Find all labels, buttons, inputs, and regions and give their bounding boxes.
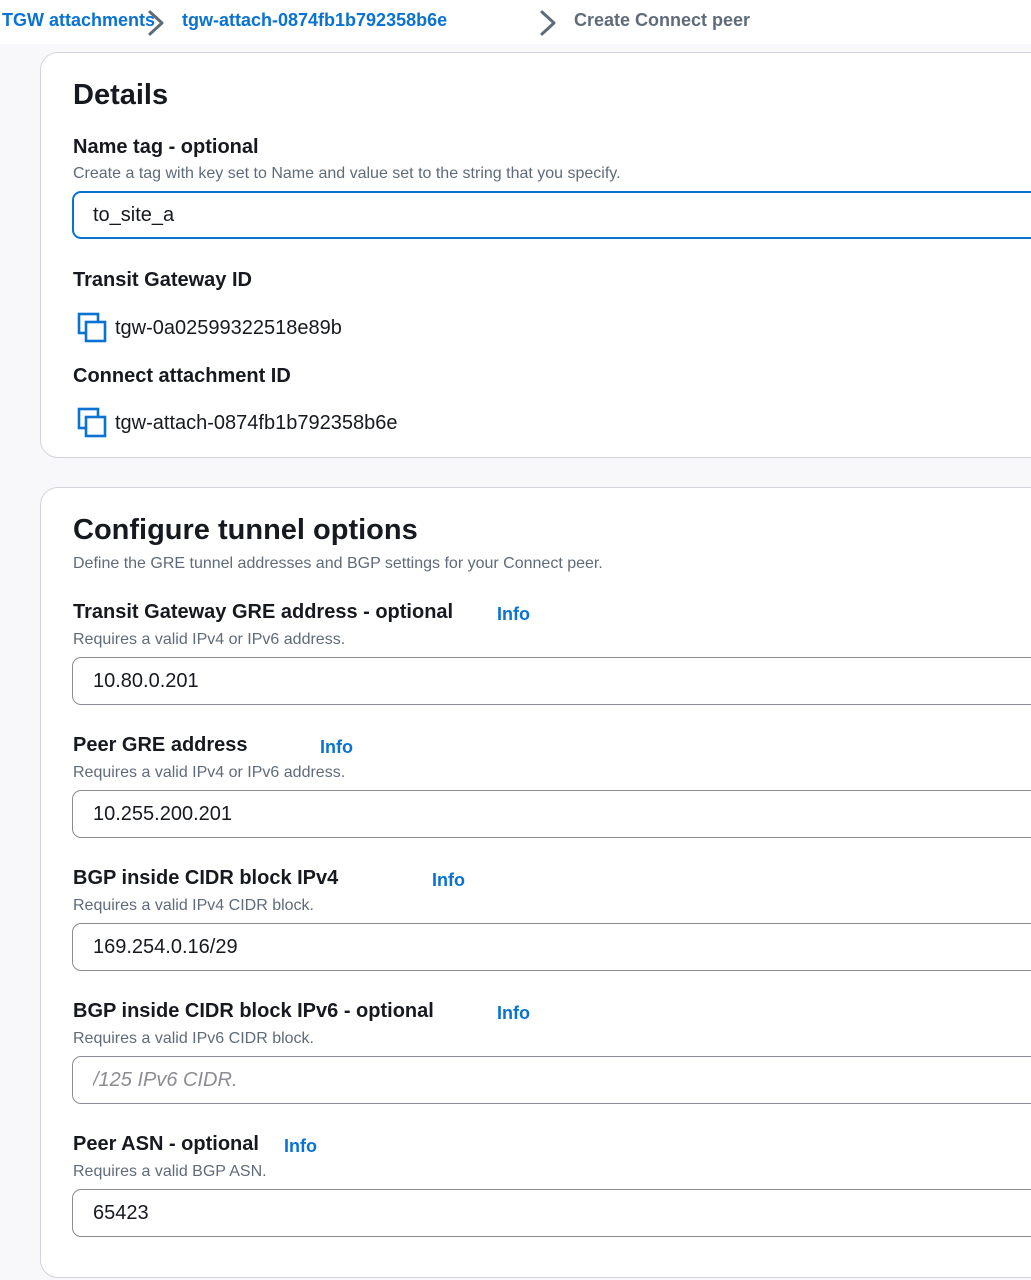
peer-asn-label: Peer ASN - optional	[73, 1133, 259, 1155]
copy-icon[interactable]	[77, 312, 107, 344]
bgp-cidr-ipv4-hint: Requires a valid IPv4 CIDR block.	[73, 897, 314, 914]
name-tag-input[interactable]	[72, 191, 1031, 239]
transit-gateway-id-row: tgw-0a02599322518e89b	[77, 311, 342, 345]
page-background	[0, 44, 40, 1280]
peer-asn-hint: Requires a valid BGP ASN.	[73, 1163, 267, 1180]
peer-gre-address-info-link[interactable]: Info	[320, 737, 353, 758]
tunnel-options-title: Configure tunnel options	[73, 514, 418, 546]
peer-gre-address-input[interactable]	[72, 790, 1031, 838]
chevron-right-icon	[538, 6, 560, 40]
copy-icon[interactable]	[77, 407, 107, 439]
breadcrumb: TGW attachments tgw-attach-0874fb1b79235…	[0, 0, 1031, 44]
name-tag-description: Create a tag with key set to Name and va…	[73, 165, 621, 182]
bgp-cidr-ipv4-info-link[interactable]: Info	[432, 870, 465, 891]
peer-gre-address-hint: Requires a valid IPv4 or IPv6 address.	[73, 764, 346, 781]
connect-attachment-id-label: Connect attachment ID	[73, 365, 291, 387]
breadcrumb-tgw-attachments[interactable]: TGW attachments	[2, 10, 155, 31]
bgp-cidr-ipv6-label: BGP inside CIDR block IPv6 - optional	[73, 1000, 434, 1022]
peer-asn-info-link[interactable]: Info	[284, 1136, 317, 1157]
details-title: Details	[73, 79, 169, 111]
bgp-cidr-ipv6-input[interactable]	[72, 1056, 1031, 1104]
tgw-gre-address-hint: Requires a valid IPv4 or IPv6 address.	[73, 631, 346, 648]
bgp-cidr-ipv4-input[interactable]	[72, 923, 1031, 971]
chevron-right-icon	[146, 6, 168, 40]
transit-gateway-id-value: tgw-0a02599322518e89b	[115, 316, 342, 339]
tgw-gre-address-label: Transit Gateway GRE address - optional	[73, 601, 454, 623]
bgp-cidr-ipv4-label: BGP inside CIDR block IPv4	[73, 867, 339, 889]
breadcrumb-attachment-id[interactable]: tgw-attach-0874fb1b792358b6e	[182, 10, 447, 31]
bgp-cidr-ipv6-hint: Requires a valid IPv6 CIDR block.	[73, 1030, 314, 1047]
connect-attachment-id-row: tgw-attach-0874fb1b792358b6e	[77, 406, 397, 440]
breadcrumb-current-page: Create Connect peer	[574, 10, 751, 30]
connect-attachment-id-value: tgw-attach-0874fb1b792358b6e	[115, 411, 398, 434]
details-container: Details Name tag - optional Create a tag…	[40, 52, 1031, 458]
tunnel-options-description: Define the GRE tunnel addresses and BGP …	[73, 555, 603, 572]
transit-gateway-id-label: Transit Gateway ID	[73, 269, 252, 291]
name-tag-label: Name tag - optional	[73, 136, 259, 158]
tgw-gre-address-input[interactable]	[72, 657, 1031, 705]
bgp-cidr-ipv6-info-link[interactable]: Info	[497, 1003, 530, 1024]
peer-asn-input[interactable]	[72, 1189, 1031, 1237]
peer-gre-address-label: Peer GRE address	[73, 734, 248, 756]
create-connect-peer-page: TGW attachments tgw-attach-0874fb1b79235…	[0, 0, 1031, 1280]
tgw-gre-address-info-link[interactable]: Info	[497, 604, 530, 625]
tunnel-options-container: Configure tunnel options Define the GRE …	[40, 487, 1031, 1278]
